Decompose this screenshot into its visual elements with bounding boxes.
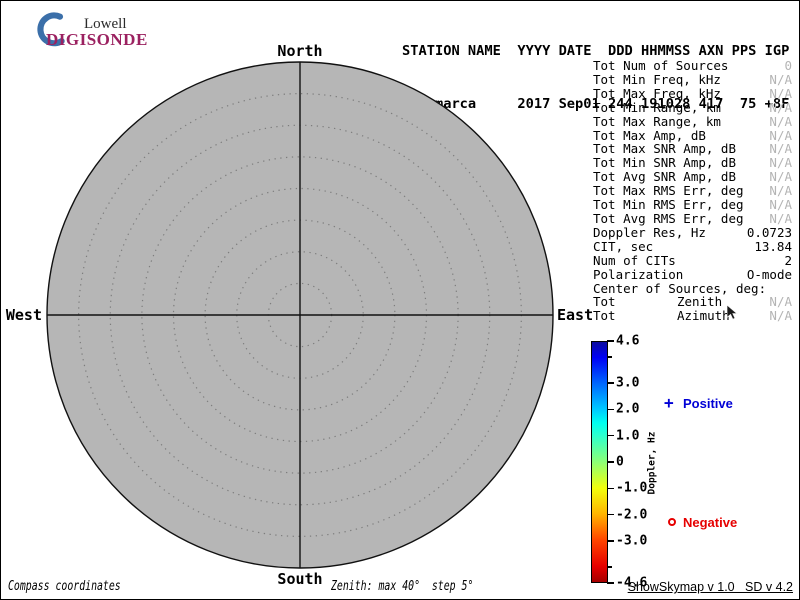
colorbar-tick-label: 0: [616, 455, 624, 470]
mouse-cursor-icon: [727, 305, 738, 320]
stat-row: Polarization O-mode: [593, 267, 792, 281]
stat-label: Tot Avg SNR Amp, dB: [593, 169, 736, 184]
stat-label: Tot: [593, 308, 616, 323]
stat-label: Tot Avg RMS Err, deg: [593, 211, 744, 226]
coordinates-mode-label: Compass coordinates: [8, 578, 121, 594]
stat-value: N/A: [769, 169, 792, 184]
stat-value: N/A: [769, 211, 792, 226]
compass-label-north: North: [255, 42, 345, 60]
stat-label: Tot Max RMS Err, deg: [593, 183, 744, 198]
stat-row: Tot Min Freq, kHz N/A: [593, 72, 792, 86]
colorbar-tick-label: -2.0: [616, 507, 647, 522]
colorbar-minor-tick: [607, 566, 612, 568]
software-version-label: ShowSkymap v 1.0 SD v 4.2: [628, 580, 793, 594]
stat-row: Tot Zenith N/A: [593, 294, 792, 308]
compass-label-west: West: [2, 306, 42, 324]
stat-label: Tot Num of Sources: [593, 58, 728, 73]
colorbar-tick: [607, 540, 614, 542]
stat-value: N/A: [769, 86, 792, 101]
stat-value: O-mode: [747, 267, 792, 282]
stat-row: Tot Max Range, km N/A: [593, 114, 792, 128]
stat-value: 2: [784, 253, 792, 268]
stat-sublabel: Azimuth: [677, 308, 730, 323]
stat-row: Tot Avg SNR Amp, dB N/A: [593, 169, 792, 183]
colorbar-tick: [607, 409, 614, 411]
colorbar-tick-label: -1.0: [616, 481, 647, 496]
colorbar-tick-label: 4.6: [616, 334, 639, 349]
colorbar-tick: [607, 340, 614, 342]
stat-label: CIT, sec: [593, 239, 653, 254]
lowell-digisonde-logo: Lowell DIGISONDE: [28, 8, 188, 52]
stat-value: 0: [784, 58, 792, 73]
doppler-colorbar: [591, 341, 608, 583]
colorbar-tick-label: 2.0: [616, 402, 639, 417]
stat-row: Tot Azimuth N/A: [593, 308, 792, 322]
stat-label: Tot Max Range, km: [593, 114, 721, 129]
colorbar-tick: [607, 382, 614, 384]
legend-positive-label: Positive: [683, 396, 733, 411]
stat-value: N/A: [769, 183, 792, 198]
colorbar-tick: [607, 461, 614, 463]
stat-value: N/A: [769, 114, 792, 129]
stat-row: Tot Min Range, km N/A: [593, 100, 792, 114]
stat-row: Num of CITs 2: [593, 253, 792, 267]
colorbar-tick-label: 3.0: [616, 376, 639, 391]
skymap-polar-plot: [45, 60, 555, 570]
zenith-range-label: Zenith: max 40° step 5°: [331, 578, 473, 594]
stat-row: CIT, sec 13.84: [593, 239, 792, 253]
colorbar-tick: [607, 582, 614, 584]
colorbar-tick-label: -3.0: [616, 533, 647, 548]
stat-row: Tot Num of Sources 0: [593, 58, 792, 72]
logo-text-digisonde: DIGISONDE: [46, 30, 148, 50]
stats-panel: Tot Num of Sources0Tot Min Freq, kHzN/AT…: [593, 58, 792, 322]
stat-label: Tot Min Range, km: [593, 100, 721, 115]
stat-label: Tot Min Freq, kHz: [593, 72, 721, 87]
negative-circle-icon: [668, 518, 676, 526]
legend-negative-label: Negative: [683, 515, 737, 530]
stat-value: N/A: [769, 72, 792, 87]
positive-plus-icon: +: [664, 393, 674, 412]
stat-value: 0.0723: [747, 225, 792, 240]
stat-value: N/A: [769, 294, 792, 309]
stat-row: Tot Max Amp, dB N/A: [593, 128, 792, 142]
stat-label: Tot Max Amp, dB: [593, 128, 706, 143]
stat-row: Tot Max Freq, kHz N/A: [593, 86, 792, 100]
stat-label: Tot Min SNR Amp, dB: [593, 155, 736, 170]
stat-row: Tot Max RMS Err, deg N/A: [593, 183, 792, 197]
stat-label: Tot: [593, 294, 616, 309]
stat-value: N/A: [769, 197, 792, 212]
stat-label: Num of CITs: [593, 253, 676, 268]
stat-row: Tot Max SNR Amp, dB N/A: [593, 141, 792, 155]
stat-value: N/A: [769, 141, 792, 156]
stat-sublabel: Zenith: [677, 294, 722, 309]
stat-label: Tot Max SNR Amp, dB: [593, 141, 736, 156]
colorbar-minor-tick: [607, 356, 612, 358]
stat-label: Polarization: [593, 267, 683, 282]
stat-row: Center of Sources, deg:: [593, 281, 792, 295]
colorbar-tick: [607, 435, 614, 437]
stat-label: Tot Max Freq, kHz: [593, 86, 721, 101]
stat-value: 13.84: [754, 239, 792, 254]
stat-row: Tot Min SNR Amp, dB N/A: [593, 155, 792, 169]
colorbar-tick: [607, 488, 614, 490]
stat-row: Tot Min RMS Err, deg N/A: [593, 197, 792, 211]
colorbar-tick-label: 1.0: [616, 428, 639, 443]
stat-value: N/A: [769, 128, 792, 143]
colorbar-tick: [607, 514, 614, 516]
stat-row: Doppler Res, Hz 0.0723: [593, 225, 792, 239]
stat-label: Center of Sources, deg:: [593, 281, 766, 296]
stat-value: N/A: [769, 308, 792, 323]
stat-label: Tot Min RMS Err, deg: [593, 197, 744, 212]
colorbar-axis-title: Doppler, Hz: [647, 432, 658, 495]
stat-label: Doppler Res, Hz: [593, 225, 706, 240]
stat-row: Tot Avg RMS Err, deg N/A: [593, 211, 792, 225]
stat-value: N/A: [769, 100, 792, 115]
stat-value: N/A: [769, 155, 792, 170]
